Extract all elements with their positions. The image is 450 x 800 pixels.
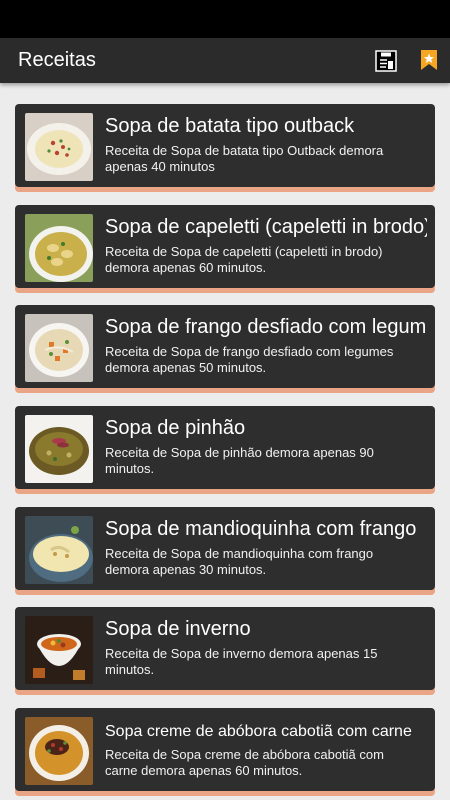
bookmark-icon[interactable] — [420, 49, 438, 71]
recipe-description: Receita de Sopa de capeletti (capeletti … — [105, 244, 383, 275]
recipe-card[interactable]: Sopa de mandioquinha com frango Receita … — [15, 507, 435, 595]
recipe-image — [25, 616, 93, 684]
recipe-title: Sopa de capeletti (capeletti in brodo) — [105, 216, 427, 238]
recipe-card[interactable]: Sopa de pinhão Receita de Sopa de pinhão… — [15, 406, 435, 494]
recipe-image — [25, 214, 93, 282]
recipe-description: Receita de Sopa de batata tipo Outback d… — [105, 143, 384, 174]
recipe-title: Sopa de inverno — [105, 618, 251, 640]
recipe-description: Receita de Sopa creme de abóbora cabotiã… — [105, 747, 384, 778]
recipe-image — [25, 113, 93, 181]
page-title: Receitas — [18, 49, 96, 71]
app-bar: Receitas — [0, 38, 450, 83]
recipe-title: Sopa de frango desfiado com legumes — [105, 316, 427, 338]
recipe-title: Sopa de batata tipo outback — [105, 115, 355, 137]
recipe-image — [25, 717, 93, 785]
recipe-description: Receita de Sopa de inverno demora apenas… — [105, 646, 378, 677]
recipe-card[interactable]: Sopa de batata tipo outback Receita de S… — [15, 104, 435, 192]
recipe-image — [25, 516, 93, 584]
recipe-card[interactable]: Sopa de inverno Receita de Sopa de inver… — [15, 607, 435, 695]
clipboard-icon[interactable] — [375, 50, 397, 72]
recipe-title: Sopa creme de abóbora cabotiã com carne — [105, 723, 412, 740]
recipe-card[interactable]: Sopa de capeletti (capeletti in brodo) R… — [15, 205, 435, 293]
recipe-card[interactable]: Sopa de frango desfiado com legumes Rece… — [15, 305, 435, 393]
recipe-title: Sopa de mandioquinha com frango — [105, 518, 417, 540]
recipe-description: Receita de Sopa de frango desfiado com l… — [105, 344, 394, 375]
recipe-title: Sopa de pinhão — [105, 417, 246, 439]
recipe-description: Receita de Sopa de mandioquinha com fran… — [105, 546, 374, 577]
recipe-image — [25, 314, 93, 382]
status-bar — [0, 0, 450, 38]
recipe-description: Receita de Sopa de pinhão demora apenas … — [105, 445, 374, 476]
recipe-card[interactable]: Sopa creme de abóbora cabotiã com carne … — [15, 708, 435, 796]
recipe-image — [25, 415, 93, 483]
